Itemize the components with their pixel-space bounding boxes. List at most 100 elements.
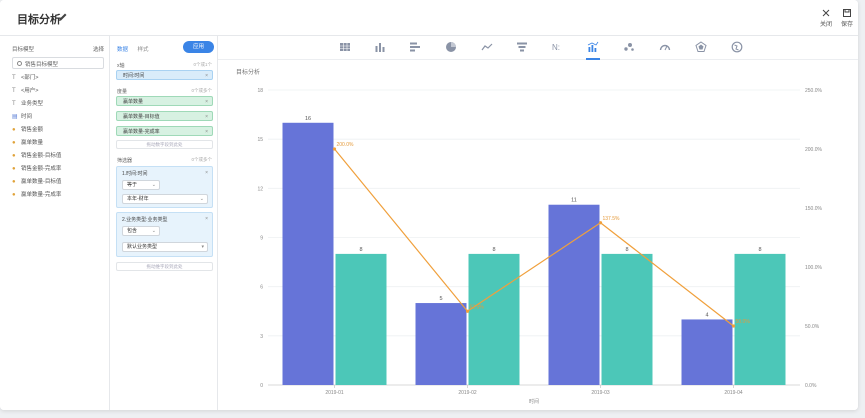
filter-title: 2.业务类型:业务类型: [122, 217, 168, 223]
bar-value-label: 8: [625, 247, 628, 253]
chevron-down-icon: ⌄: [151, 228, 156, 234]
save-button[interactable]: 保存: [836, 9, 858, 28]
chevron-down-icon: ⌄: [199, 196, 204, 202]
field-panel-title: 目标模型: [12, 47, 35, 53]
remove-icon[interactable]: ×: [205, 97, 208, 107]
y-left-tick-label: 0: [260, 383, 263, 389]
field-item[interactable]: ● 赢单数量-完成率: [12, 191, 61, 200]
x-axis-hint: 0个或1个: [193, 62, 212, 67]
add-filter-dropzone[interactable]: 拖动维字段到此处: [116, 262, 213, 271]
bar: [468, 253, 520, 385]
apply-button[interactable]: 应用: [183, 41, 214, 53]
bar: [335, 253, 387, 385]
remove-filter-icon[interactable]: ×: [205, 216, 208, 222]
measure-chip[interactable]: 赢单数量-完成率 ×: [116, 126, 213, 136]
field-label: 赢单数量-目标值: [21, 179, 62, 185]
y-left-tick-label: 12: [257, 186, 263, 192]
field-item[interactable]: ● 赢单数量: [12, 139, 43, 148]
filter-value-select[interactable]: 默认业务类型 ▾: [122, 242, 208, 252]
select-value: 默认业务类型: [127, 244, 158, 250]
header: 目标分析 关闭 保存: [0, 0, 858, 36]
line-value-label: 200.0%: [337, 142, 355, 148]
x-axis-title: 时间: [529, 398, 539, 405]
field-item[interactable]: ● 赢单数量-目标值: [12, 178, 61, 187]
filter-title: 1.时间:时间: [122, 171, 148, 177]
bar-value-label: 8: [758, 247, 761, 253]
edit-icon[interactable]: [58, 12, 68, 22]
chevron-down-icon: ⌄: [151, 182, 156, 188]
field-item[interactable]: T 业务类型: [12, 100, 43, 109]
measures-label: 度量: [117, 89, 128, 95]
line-value-label: 50.0%: [736, 319, 751, 325]
app-window: 目标分析 关闭 保存 目标模型 选择 销售目标模型 T <部门> T <用户> T 业务类…: [0, 0, 858, 410]
y-left-tick-label: 6: [260, 285, 263, 291]
field-panel: 目标模型 选择 销售目标模型 T <部门> T <用户> T 业务类型 ▤ 时间 ● 销售金额 ● 赢…: [0, 36, 110, 410]
measures-hint: 0个或多个: [191, 88, 212, 93]
bar: [681, 319, 733, 385]
x-axis-chip[interactable]: 时间:时间 ×: [116, 70, 213, 80]
x-axis-label: x轴: [117, 63, 125, 69]
x-tick-label: 2019-02: [458, 390, 477, 396]
field-item[interactable]: ● 销售金额-完成率: [12, 165, 61, 174]
filter-operator-select[interactable]: 等于 ⌄: [122, 180, 160, 190]
field-item[interactable]: ▤ 时间: [12, 113, 32, 122]
field-item[interactable]: ● 销售金额-目标值: [12, 152, 61, 161]
filter-operator-select[interactable]: 包含 ⌄: [122, 226, 160, 236]
number-field-icon: ●: [12, 153, 16, 159]
filters-hint: 0个或多个: [191, 157, 212, 162]
y-left-tick-label: 15: [257, 137, 263, 143]
bar: [415, 303, 467, 385]
model-name: 销售目标模型: [25, 62, 59, 68]
filter-card: 2.业务类型:业务类型 × 包含 ⌄ 默认业务类型 ▾: [116, 212, 213, 257]
remove-icon[interactable]: ×: [205, 71, 208, 81]
x-tick-label: 2019-01: [325, 390, 344, 396]
y-right-tick-label: 0.0%: [805, 383, 817, 389]
page-title: 目标分析: [17, 14, 61, 26]
y-left-tick-label: 9: [260, 236, 263, 242]
y-right-tick-label: 200.0%: [805, 147, 823, 153]
measure-chip[interactable]: 赢单数量 ×: [116, 96, 213, 106]
close-icon: [822, 9, 830, 17]
model-selector[interactable]: 销售目标模型: [12, 57, 104, 69]
field-item[interactable]: T <部门>: [12, 74, 38, 83]
select-value: 本年-财年: [127, 196, 149, 202]
field-label: 销售金额-目标值: [21, 153, 62, 159]
measure-chip[interactable]: 赢单数量-目标值 ×: [116, 111, 213, 121]
text-field-icon: T: [12, 75, 16, 81]
tab-style[interactable]: 样式: [138, 45, 149, 53]
field-item[interactable]: T <用户>: [12, 87, 38, 96]
chart-area: N: 目标分析 0 3 6 9 12 15 18 0.0% 50.0% 100.0% 150.0% 2…: [218, 36, 858, 410]
config-tabs: 数据 样式: [117, 45, 157, 53]
chip-label: 赢单数量: [123, 99, 144, 105]
y-right-tick-label: 150.0%: [805, 206, 823, 212]
add-measure-dropzone[interactable]: 拖动数字段到此处: [116, 140, 213, 149]
remove-icon[interactable]: ×: [205, 127, 208, 137]
bar-value-label: 8: [492, 247, 495, 253]
remove-icon[interactable]: ×: [205, 112, 208, 122]
field-label: 销售金额: [21, 127, 44, 133]
number-field-icon: ●: [12, 192, 16, 198]
chevron-down-icon: ▾: [201, 244, 204, 250]
line-value-label: 62.5%: [470, 304, 485, 310]
remove-filter-icon[interactable]: ×: [205, 170, 208, 176]
bar-value-label: 4: [705, 312, 708, 318]
select-model-link[interactable]: 选择: [93, 45, 104, 53]
filter-value-select[interactable]: 本年-财年 ⌄: [122, 194, 208, 204]
text-field-icon: T: [12, 88, 16, 94]
filters-label: 筛选器: [117, 158, 133, 164]
bar-value-label: 11: [571, 198, 577, 204]
bar-value-label: 16: [305, 116, 311, 122]
close-button[interactable]: 关闭: [815, 9, 837, 28]
field-label: 赢单数量: [21, 140, 44, 146]
field-item[interactable]: ● 销售金额: [12, 126, 43, 135]
y-right-tick-label: 250.0%: [805, 88, 823, 94]
tab-data[interactable]: 数据: [117, 45, 128, 53]
bar-value-label: 8: [359, 247, 362, 253]
field-label: 赢单数量-完成率: [21, 192, 62, 198]
field-label: <部门>: [21, 75, 39, 81]
chip-label: 赢单数量-目标值: [123, 114, 160, 120]
number-field-icon: ●: [12, 127, 16, 133]
text-field-icon: T: [12, 101, 16, 107]
y-left-tick-label: 3: [260, 334, 263, 340]
y-right-tick-label: 50.0%: [805, 324, 820, 330]
